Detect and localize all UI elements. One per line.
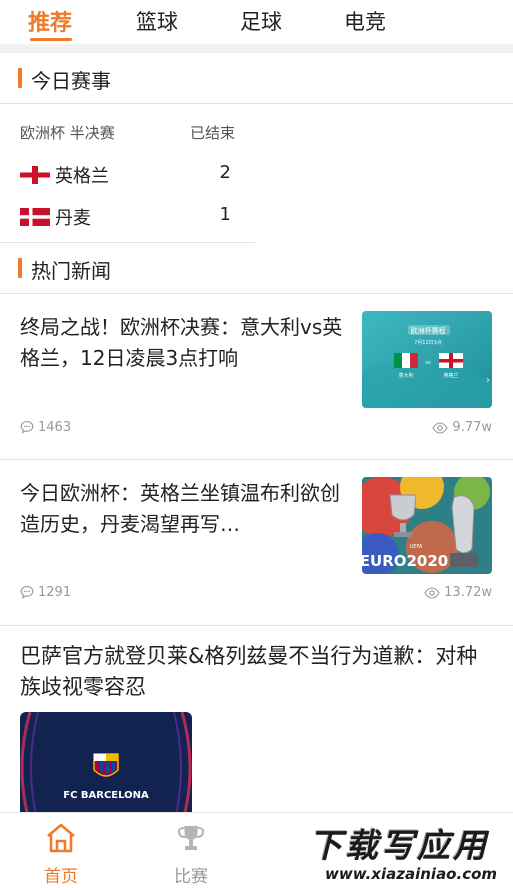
watermark: 下载写应用 www.xiazainiao.com: [301, 815, 513, 889]
thumb-header: 欧洲杯赛程: [411, 326, 446, 335]
news-title: 今日欧洲杯：英格兰坐镇温布利欲创造历史，丹麦渴望再写…: [20, 481, 340, 536]
top-tab-bar: 推荐 篮球 足球 电竞: [0, 0, 513, 44]
comment-count: 1291: [20, 585, 71, 600]
team-row-away: 丹麦 1: [20, 202, 235, 230]
thumb-brand: EURO2020: [362, 552, 448, 570]
news-thumbnail: UEFA EURO2020: [362, 477, 492, 574]
team-score: 2: [219, 162, 231, 183]
nav-label: 首页: [44, 867, 78, 887]
nav-home[interactable]: 首页: [11, 813, 111, 890]
nav-matches[interactable]: 比赛: [141, 813, 241, 890]
comment-value: 1291: [38, 585, 72, 600]
active-tab-indicator: [30, 38, 72, 41]
comment-icon: [20, 420, 34, 434]
news-item[interactable]: 今日欧洲杯：英格兰坐镇温布利欲创造历史，丹麦渴望再写… UEFA EURO202…: [0, 460, 513, 626]
news-item[interactable]: 巴萨官方就登贝莱&格列兹曼不当行为道歉：对种族歧视零容忍 FC BARCELON…: [0, 626, 513, 824]
news-thumbnail: 欧洲杯赛程 7月12日3点 vs 意大利 英格兰 ›: [362, 311, 492, 408]
thumb-left-team: 意大利: [398, 372, 413, 379]
match-status: 已结束: [190, 124, 236, 142]
team-row-home: 英格兰 2: [20, 160, 235, 188]
section-accent-bar: [18, 68, 22, 88]
today-section-header: 今日赛事: [0, 53, 513, 104]
match-league: 欧洲杯 半决赛: [20, 124, 115, 142]
comment-count: 1463: [20, 420, 71, 435]
england-flag-icon: [20, 166, 50, 184]
view-count: 9.77w: [432, 420, 492, 435]
news-title: 终局之战！欧洲杯决赛：意大利vs英格兰，12日凌晨3点打响: [20, 315, 343, 370]
trophy-icon: [177, 826, 205, 850]
tab-esports[interactable]: 电竞: [344, 6, 386, 36]
thumb-small: UEFA: [410, 544, 423, 550]
hot-news-section-header: 热门新闻: [0, 243, 513, 294]
thumb-vs: vs: [425, 360, 431, 366]
watermark-title: 下载写应用: [309, 826, 489, 865]
news-thumbnail: FC BARCELONA: [20, 712, 192, 824]
team-score: 1: [219, 204, 231, 225]
watermark-url: www.xiazainiao.com: [325, 865, 498, 883]
team-name: 英格兰: [55, 166, 109, 187]
thumb-right-team: 英格兰: [443, 372, 458, 379]
thumb-date: 7月12日3点: [414, 340, 442, 346]
news-title: 巴萨官方就登贝莱&格列兹曼不当行为道歉：对种族歧视零容忍: [20, 644, 478, 699]
view-value: 9.77w: [452, 420, 492, 435]
denmark-flag-icon: [20, 208, 50, 226]
nav-label: 比赛: [174, 867, 208, 887]
comment-value: 1463: [38, 420, 72, 435]
thumb-brand: FC BARCELONA: [63, 790, 149, 801]
view-count: 13.72w: [424, 585, 492, 600]
tab-separator: [0, 44, 513, 53]
section-accent-bar: [18, 258, 22, 278]
team-name: 丹麦: [55, 208, 91, 229]
news-item[interactable]: 终局之战！欧洲杯决赛：意大利vs英格兰，12日凌晨3点打响 欧洲杯赛程 7月12…: [0, 294, 513, 460]
eye-icon: [432, 422, 449, 434]
match-card[interactable]: 欧洲杯 半决赛 已结束 英格兰 2 丹麦 1: [0, 104, 255, 243]
section-title: 热门新闻: [31, 259, 111, 283]
tab-recommend[interactable]: 推荐: [28, 5, 72, 37]
tab-basketball[interactable]: 篮球: [136, 6, 178, 36]
view-value: 13.72w: [444, 585, 492, 600]
section-title: 今日赛事: [31, 69, 111, 93]
svg-text:›: ›: [486, 375, 490, 386]
tab-football[interactable]: 足球: [240, 6, 282, 36]
comment-icon: [20, 585, 34, 599]
eye-icon: [424, 587, 440, 599]
home-icon: [47, 823, 75, 853]
